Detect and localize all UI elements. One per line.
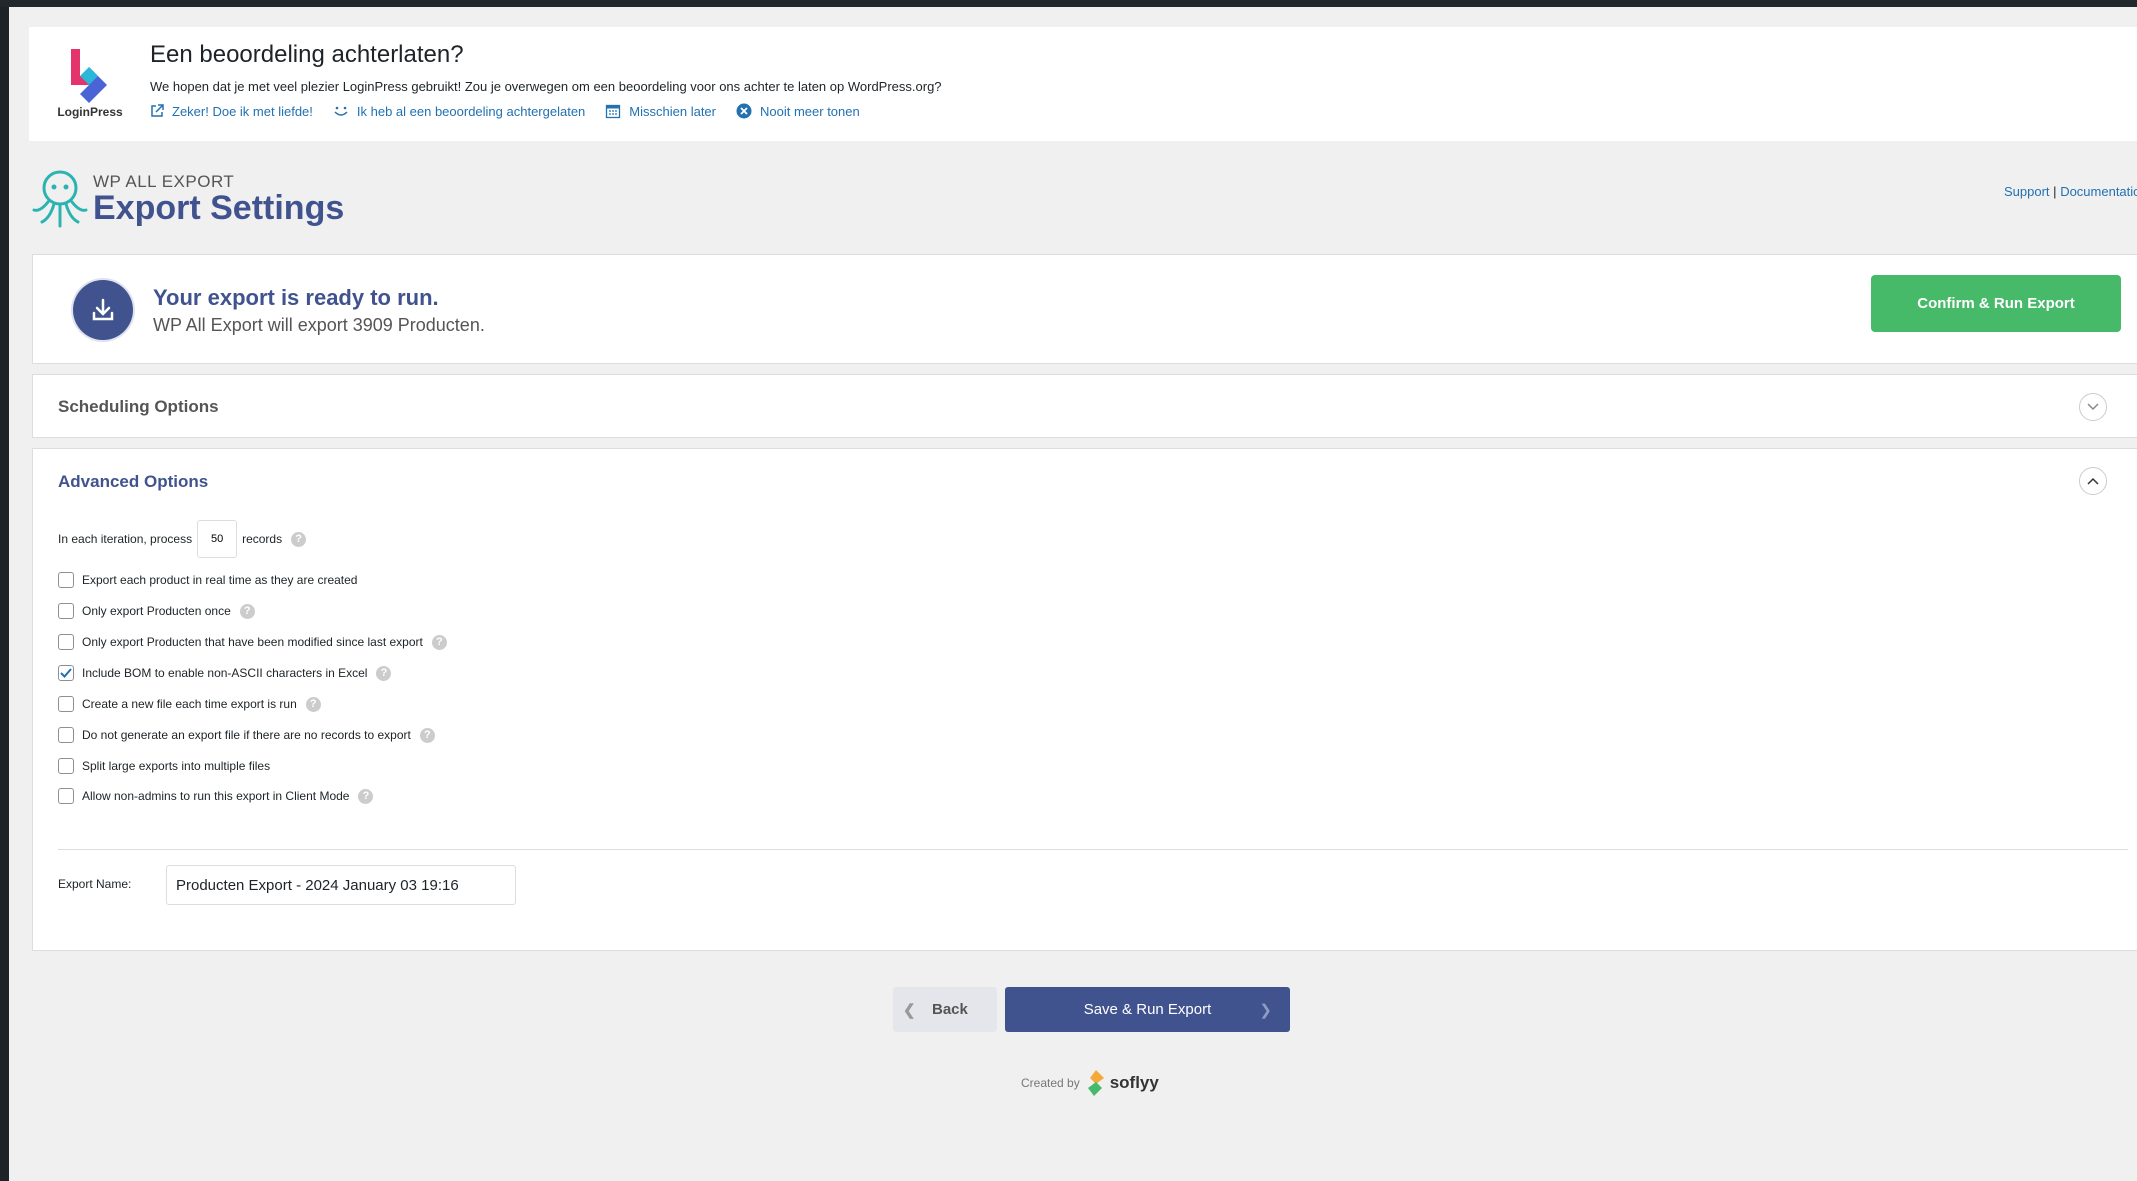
notice-title: Een beoordeling achterlaten? [150,41,464,68]
option-label: Split large exports into multiple files [82,759,271,773]
option-label: Allow non-admins to run this export in C… [82,789,350,803]
option-label: Include BOM to enable non-ASCII characte… [82,666,368,680]
scheduling-options-panel[interactable]: Scheduling Options [32,374,2137,438]
created-by-text: Created by [1021,1076,1080,1090]
created-by-credit: Created by soflyy [1021,1070,1159,1096]
help-icon[interactable]: ? [431,634,447,650]
checkmark-icon [60,668,72,678]
help-icon[interactable]: ? [376,665,392,681]
admin-sidebar-edge [0,7,9,1181]
checkbox[interactable] [58,727,74,743]
option-realtime-export[interactable]: Export each product in real time as they… [58,572,357,588]
option-split-large-exports[interactable]: Split large exports into multiple files [58,758,270,774]
close-circle-icon [736,103,752,119]
notice-link-label: Zeker! Doe ik met liefde! [172,103,313,119]
back-button[interactable]: ❮ Back [893,987,997,1032]
checkbox[interactable] [58,758,74,774]
loginpress-logo-icon [71,49,107,103]
option-label: Create a new file each time export is ru… [82,697,297,711]
back-label: Back [932,1001,968,1018]
calendar-icon [606,104,621,119]
notice-link-never[interactable]: Nooit meer tonen [736,103,860,119]
option-skip-empty-export[interactable]: Do not generate an export file if there … [58,727,435,743]
review-notice: LoginPress Een beoordeling achterlaten? … [29,27,2137,141]
notice-links: Zeker! Doe ik met liefde! Ik heb al een … [150,103,880,119]
option-label: Only export Producten once [82,604,231,618]
checkbox[interactable] [58,603,74,619]
option-include-bom[interactable]: Include BOM to enable non-ASCII characte… [58,665,392,681]
checkbox-checked[interactable] [58,665,74,681]
export-name-label: Export Name: [58,877,132,891]
link-separator: | [2053,184,2057,199]
loginpress-wordmark: LoginPress [57,105,123,119]
records-per-iteration-input[interactable] [197,520,238,558]
help-links: Support | Documentatio [2004,184,2137,199]
support-link[interactable]: Support [2004,184,2050,199]
chevron-left-icon: ❮ [903,1002,916,1019]
advanced-options-title[interactable]: Advanced Options [58,472,208,492]
checkbox[interactable] [58,634,74,650]
notice-message: We hopen dat je met veel plezier LoginPr… [150,79,942,94]
soflyy-wordmark: soflyy [1109,1073,1159,1092]
help-icon[interactable]: ? [419,727,435,743]
iteration-prefix: In each iteration, process [58,532,193,546]
notice-link-later[interactable]: Misschien later [605,103,716,119]
loginpress-logo: LoginPress [51,49,123,127]
advanced-options-panel: Advanced Options In each iteration, proc… [32,448,2137,951]
option-new-file-each-run[interactable]: Create a new file each time export is ru… [58,696,321,712]
option-label: Only export Producten that have been mod… [82,635,423,649]
option-label: Do not generate an export file if there … [82,728,411,742]
iteration-suffix: records [242,532,283,546]
wp-all-export-octopus-icon [32,170,88,228]
ready-subtitle: WP All Export will export 3909 Producten… [153,315,485,335]
chevron-down-icon[interactable] [2079,393,2107,421]
divider [58,849,2128,850]
download-icon [73,280,133,340]
notice-link-label: Nooit meer tonen [760,103,860,119]
checkbox[interactable] [58,788,74,804]
ready-title: Your export is ready to run. [153,285,439,310]
external-link-icon [151,104,164,117]
iteration-setting: In each iteration, process records ? [58,520,307,558]
save-label: Save & Run Export [1083,1001,1212,1018]
export-name-input[interactable] [166,865,516,905]
notice-link-rate[interactable]: Zeker! Doe ik met liefde! [150,103,313,119]
chevron-right-icon: ❯ [1259,1002,1272,1019]
help-icon[interactable]: ? [358,788,374,804]
notice-link-already-rated[interactable]: Ik heb al een beoordeling achtergelaten [333,103,585,119]
notice-link-label: Misschien later [629,103,716,119]
documentation-link[interactable]: Documentatio [2060,184,2137,199]
help-icon[interactable]: ? [239,603,255,619]
help-icon[interactable]: ? [291,531,307,547]
admin-top-bar [0,0,2137,7]
notice-link-label: Ik heb al een beoordeling achtergelaten [356,103,586,119]
option-modified-since-last[interactable]: Only export Producten that have been mod… [58,634,447,650]
help-icon[interactable]: ? [305,696,321,712]
confirm-run-export-button[interactable]: Confirm & Run Export [1871,275,2121,332]
soflyy-logo-icon [1087,1070,1104,1096]
option-client-mode[interactable]: Allow non-admins to run this export in C… [58,788,374,804]
chevron-up-icon[interactable] [2079,467,2107,495]
page-title: Export Settings [93,189,345,227]
export-ready-panel: Your export is ready to run. WP All Expo… [32,254,2137,364]
option-label: Export each product in real time as they… [82,573,358,587]
checkbox[interactable] [58,696,74,712]
option-export-once[interactable]: Only export Producten once ? [58,603,255,619]
checkbox[interactable] [58,572,74,588]
smile-icon [334,106,348,116]
scheduling-options-title: Scheduling Options [58,397,219,416]
save-run-export-button[interactable]: Save & Run Export ❯ [1005,987,1290,1032]
